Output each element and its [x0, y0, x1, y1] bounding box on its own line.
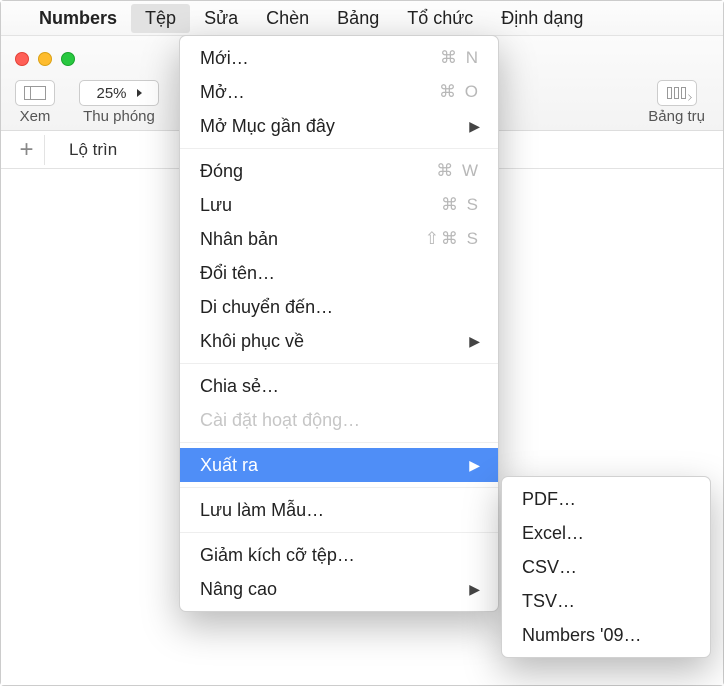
menuitem-close[interactable]: Đóng⌘ W	[180, 154, 498, 188]
menuitem-share[interactable]: Chia sẻ…	[180, 369, 498, 403]
chevron-right-icon: ▶	[469, 453, 480, 477]
chevron-right-icon: ▶	[469, 114, 480, 138]
menu-separator	[180, 148, 498, 149]
zoom-value: 25%	[96, 85, 126, 102]
menuitem-moveto[interactable]: Di chuyển đến…	[180, 290, 498, 324]
menubar: Numbers Tệp Sửa Chèn Bảng Tổ chức Định d…	[1, 1, 723, 35]
menuitem-duplicate[interactable]: Nhân bản⇧⌘ S	[180, 222, 498, 256]
menuitem-open[interactable]: Mở…⌘ O	[180, 75, 498, 109]
toolbar-zoom[interactable]: 25% Thu phóng	[79, 80, 159, 125]
menuitem-save[interactable]: Lưu⌘ S	[180, 188, 498, 222]
menuitem-save-as-template[interactable]: Lưu làm Mẫu…	[180, 493, 498, 527]
add-sheet-button[interactable]: +	[9, 135, 45, 165]
menuitem-export-tsv[interactable]: TSV…	[502, 584, 710, 618]
window-traffic-lights	[15, 52, 75, 66]
menu-app[interactable]: Numbers	[25, 4, 131, 33]
minimize-window-button[interactable]	[38, 52, 52, 66]
fullscreen-window-button[interactable]	[61, 52, 75, 66]
toolbar-zoom-label: Thu phóng	[83, 108, 155, 125]
menu-organize[interactable]: Tổ chức	[393, 4, 487, 33]
menu-insert[interactable]: Chèn	[252, 4, 323, 33]
menuitem-reduce-file-size[interactable]: Giảm kích cỡ tệp…	[180, 538, 498, 572]
toolbar-view[interactable]: Xem	[15, 80, 55, 125]
chevron-down-icon	[137, 89, 142, 97]
menuitem-activity-settings: Cài đặt hoạt động…	[180, 403, 498, 437]
menuitem-export-pdf[interactable]: PDF…	[502, 482, 710, 516]
menu-separator	[180, 363, 498, 364]
menuitem-export[interactable]: Xuất ra▶	[180, 448, 498, 482]
sheet-tab[interactable]: Lộ trìn	[55, 136, 131, 164]
menu-table[interactable]: Bảng	[323, 4, 393, 33]
toolbar-view-label: Xem	[20, 108, 51, 125]
chevron-right-icon: ▶	[469, 329, 480, 353]
toolbar-pivot-label: Bảng trụ	[648, 108, 705, 125]
menuitem-rename[interactable]: Đổi tên…	[180, 256, 498, 290]
export-submenu: PDF… Excel… CSV… TSV… Numbers '09…	[501, 476, 711, 658]
menu-format[interactable]: Định dạng	[487, 4, 597, 33]
toolbar-pivot[interactable]: Bảng trụ	[648, 80, 705, 125]
menuitem-revert[interactable]: Khôi phục về▶	[180, 324, 498, 358]
menuitem-export-numbers09[interactable]: Numbers '09…	[502, 618, 710, 652]
menuitem-advanced[interactable]: Nâng cao▶	[180, 572, 498, 606]
menu-file[interactable]: Tệp	[131, 4, 190, 33]
menu-edit[interactable]: Sửa	[190, 4, 252, 33]
menu-separator	[180, 532, 498, 533]
menu-separator	[180, 487, 498, 488]
close-window-button[interactable]	[15, 52, 29, 66]
file-menu: Mới…⌘ N Mở…⌘ O Mở Mục gần đây▶ Đóng⌘ W L…	[179, 35, 499, 612]
chevron-right-icon: ▶	[469, 577, 480, 601]
menuitem-open-recent[interactable]: Mở Mục gần đây▶	[180, 109, 498, 143]
menuitem-export-csv[interactable]: CSV…	[502, 550, 710, 584]
menuitem-new[interactable]: Mới…⌘ N	[180, 41, 498, 75]
menu-separator	[180, 442, 498, 443]
app-window: Numbers Tệp Sửa Chèn Bảng Tổ chức Định d…	[0, 0, 724, 686]
menuitem-export-excel[interactable]: Excel…	[502, 516, 710, 550]
